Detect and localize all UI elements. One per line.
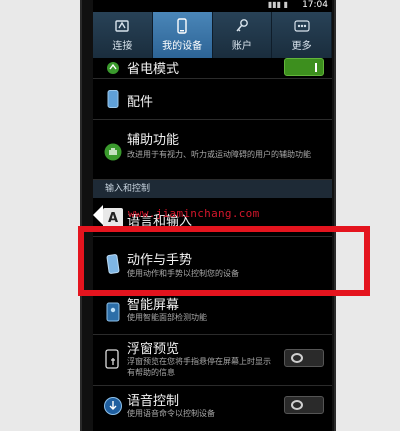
connection-icon — [113, 18, 131, 34]
smart-screen-row[interactable]: 智能屏幕 使用智能面部检测功能 — [93, 294, 332, 335]
section-header-input-control: 输入和控制 — [93, 180, 332, 198]
recycle-icon — [103, 58, 123, 78]
status-bar: ▮▮▮ ▮ 17:04 — [93, 0, 332, 12]
power-saving-row[interactable]: 省电模式 — [93, 58, 332, 79]
air-view-icon — [103, 349, 123, 369]
phone-accessory-icon — [103, 89, 123, 109]
tab-accounts[interactable]: 账户 — [212, 12, 273, 58]
row-title: 省电模式 — [127, 62, 180, 77]
account-key-icon — [233, 18, 251, 34]
smart-screen-icon — [103, 302, 123, 322]
row-title: 配件 — [127, 95, 154, 110]
row-title: 辅助功能 — [127, 133, 180, 148]
more-dots-icon — [293, 18, 311, 34]
keyboard-a-icon: A — [103, 208, 123, 228]
status-time: 17:04 — [302, 0, 328, 10]
tab-more[interactable]: 更多 — [272, 12, 332, 58]
row-title: 语音控制 — [127, 394, 180, 409]
tab-label: 我的设备 — [162, 41, 203, 52]
signal-indicator: ▮▮▮ ▮ — [267, 0, 288, 9]
accessibility-row[interactable]: 辅助功能 改进用于有视力、听力或运动障碍的用户的辅助功能 — [93, 120, 332, 180]
row-subtitle: 使用智能面部检测功能 — [127, 313, 207, 322]
voice-control-toggle[interactable] — [284, 396, 324, 414]
settings-tabs: 连接 我的设备 账户 更多 — [93, 12, 332, 58]
highlight-box — [78, 226, 370, 296]
voice-control-row[interactable]: 语音控制 使用语音命令以控制设备 — [93, 386, 332, 431]
tab-label: 更多 — [291, 41, 312, 52]
hand-icon — [103, 142, 123, 162]
row-title: 智能屏幕 — [127, 298, 180, 313]
row-subtitle: 改进用于有视力、听力或运动障碍的用户的辅助功能 — [127, 150, 311, 159]
tab-my-device[interactable]: 我的设备 — [152, 12, 213, 58]
tab-connections[interactable]: 连接 — [93, 12, 153, 58]
air-view-toggle[interactable] — [284, 349, 324, 367]
device-icon — [173, 18, 191, 34]
watermark: www.jiaminchang.com — [128, 207, 260, 220]
tab-label: 连接 — [112, 41, 133, 52]
voice-control-icon — [103, 396, 123, 416]
tab-label: 账户 — [231, 41, 252, 52]
row-subtitle: 浮窗预览在您将手指悬停在屏幕上时显示有帮助的信息 — [127, 357, 271, 377]
power-saving-toggle[interactable] — [284, 58, 324, 76]
row-title: 浮窗预览 — [127, 342, 180, 357]
accessories-row[interactable]: 配件 — [93, 79, 332, 120]
air-view-row[interactable]: 浮窗预览 浮窗预览在您将手指悬停在屏幕上时显示有帮助的信息 — [93, 335, 332, 386]
